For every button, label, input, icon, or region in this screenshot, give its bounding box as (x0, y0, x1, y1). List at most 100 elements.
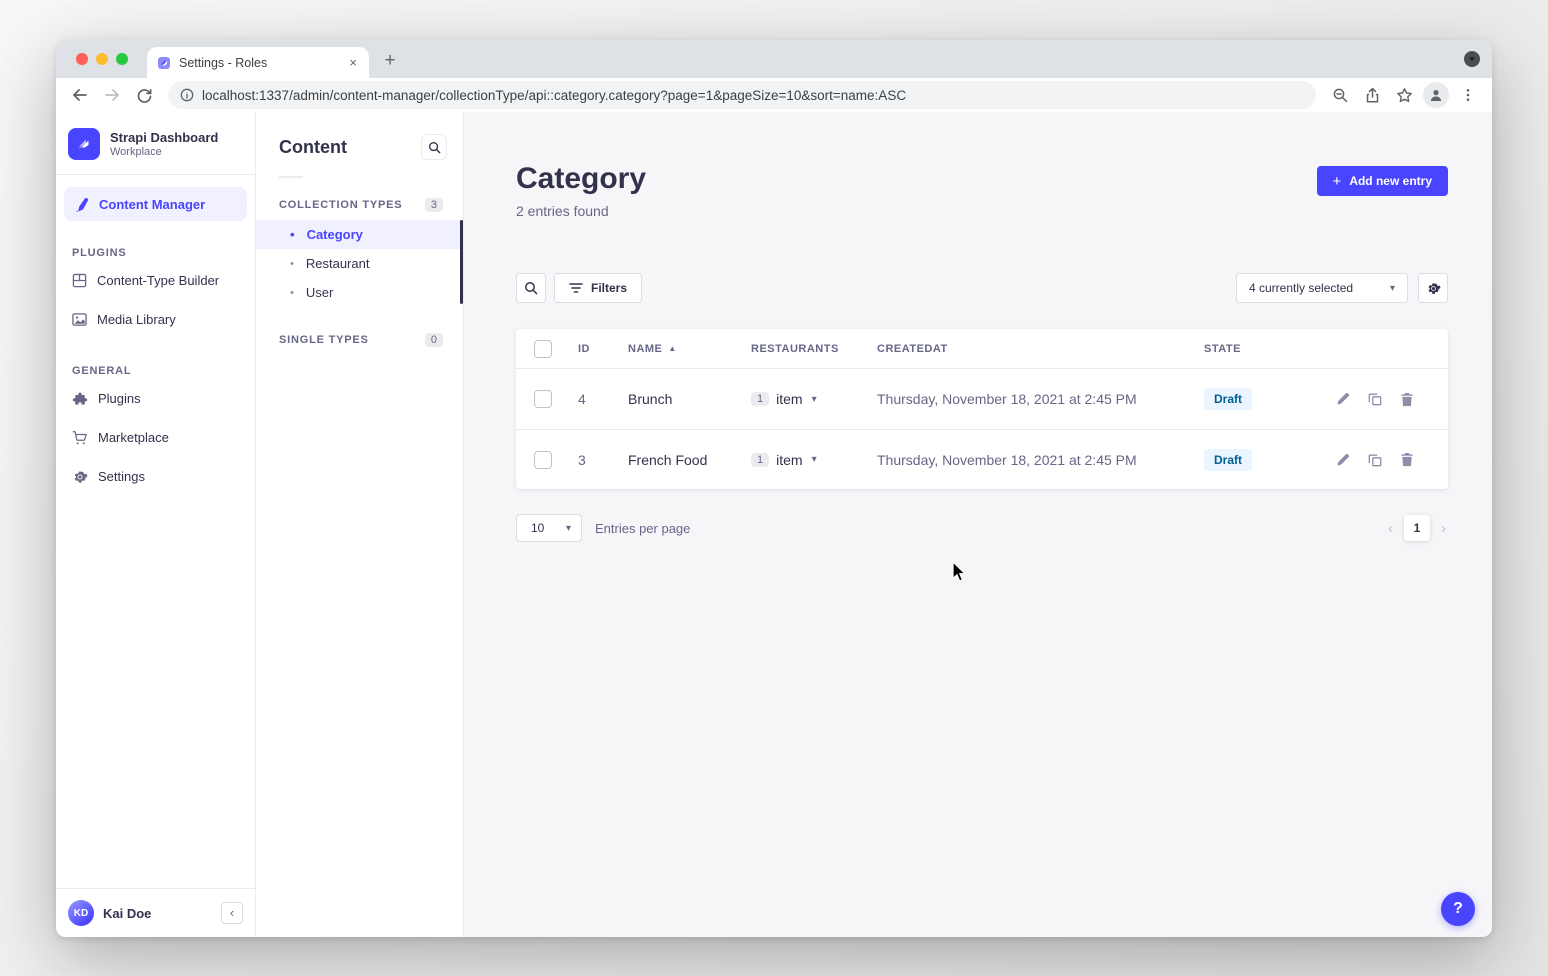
media-image-icon (72, 312, 87, 327)
collection-types-count-badge: 3 (425, 198, 443, 212)
back-arrow-icon (71, 86, 89, 104)
close-window-button[interactable] (76, 53, 88, 65)
content-search-button[interactable] (421, 134, 447, 160)
cell-id: 3 (562, 452, 612, 468)
back-button[interactable] (66, 81, 94, 109)
filters-button[interactable]: Filters (554, 273, 642, 303)
share-button[interactable] (1358, 81, 1386, 109)
edit-button[interactable] (1336, 392, 1350, 407)
content-nav-item-restaurant[interactable]: • Restaurant (256, 249, 463, 278)
collapse-sidebar-button[interactable]: ‹ (221, 902, 243, 924)
browser-tab-strip: Settings - Roles × + (56, 40, 1492, 78)
general-section-label: GENERAL (56, 339, 255, 379)
relation-label: item (776, 452, 802, 468)
column-header-id[interactable]: ID (562, 343, 612, 355)
traffic-lights (76, 53, 128, 65)
column-header-restaurants[interactable]: RESTAURANTS (735, 343, 861, 355)
tab-close-icon[interactable]: × (347, 54, 359, 71)
add-new-entry-button[interactable]: + Add new entry (1317, 166, 1448, 196)
table-settings-button[interactable] (1418, 273, 1448, 303)
edit-button[interactable] (1336, 452, 1350, 467)
user-name: Kai Doe (103, 906, 151, 921)
magnifier-minus-icon (1332, 87, 1349, 104)
content-nav-item-label: User (306, 285, 333, 300)
sidebar-item-settings[interactable]: Settings (56, 457, 255, 496)
duplicate-button[interactable] (1368, 392, 1382, 407)
state-badge: Draft (1204, 388, 1252, 410)
bullet-icon: • (290, 258, 294, 270)
bookmark-button[interactable] (1390, 81, 1418, 109)
cell-createdat: Thursday, November 18, 2021 at 2:45 PM (861, 391, 1188, 407)
sidebar-item-media-library[interactable]: Media Library (56, 300, 255, 339)
strapi-logo (68, 128, 100, 160)
sort-asc-icon: ▲ (668, 344, 676, 353)
zoom-window-button[interactable] (116, 53, 128, 65)
minimize-window-button[interactable] (96, 53, 108, 65)
forward-arrow-icon (103, 86, 121, 104)
prev-page-button[interactable]: ‹ (1386, 520, 1395, 537)
filters-label: Filters (591, 281, 627, 295)
browser-tab[interactable]: Settings - Roles × (147, 47, 369, 78)
person-icon (1429, 88, 1443, 102)
reload-icon (136, 87, 153, 104)
sidebar-item-marketplace[interactable]: Marketplace (56, 418, 255, 457)
sidebar-item-content-manager[interactable]: Content Manager (64, 187, 247, 221)
table-row[interactable]: 4 Brunch 1 item ▾ Thursday, November 18,… (516, 369, 1448, 429)
delete-button[interactable] (1400, 452, 1414, 467)
profile-button[interactable] (1422, 81, 1450, 109)
trash-icon (1400, 452, 1414, 467)
layout-grid-icon (72, 273, 87, 288)
reload-button[interactable] (130, 81, 158, 109)
forward-button[interactable] (98, 81, 126, 109)
column-header-createdat[interactable]: CREATEDAT (861, 343, 1188, 355)
entries-table: ID NAME ▲ RESTAURANTS CREATEDAT STATE 4 … (516, 329, 1448, 489)
select-all-checkbox[interactable] (534, 340, 552, 358)
sidebar-item-label: Plugins (98, 391, 141, 406)
table-row[interactable]: 3 French Food 1 item ▾ Thursday, Novembe… (516, 429, 1448, 489)
cell-createdat: Thursday, November 18, 2021 at 2:45 PM (861, 452, 1188, 468)
shopping-cart-icon (72, 430, 88, 446)
content-nav-item-user[interactable]: • User (256, 278, 463, 307)
column-header-state[interactable]: STATE (1188, 343, 1318, 355)
sidebar-item-label: Content Manager (99, 197, 205, 212)
feather-pen-icon (74, 197, 89, 212)
trash-icon (1400, 392, 1414, 407)
info-icon (180, 88, 194, 102)
plugins-section-label: PLUGINS (56, 221, 255, 261)
column-header-name[interactable]: NAME ▲ (612, 343, 735, 355)
sidebar-item-content-type-builder[interactable]: Content-Type Builder (56, 261, 255, 300)
scrollbar-thumb[interactable] (460, 220, 463, 304)
single-types-count-badge: 0 (425, 333, 443, 347)
tab-search-button[interactable] (1464, 51, 1480, 67)
row-checkbox[interactable] (534, 451, 552, 469)
filter-icon (569, 282, 583, 294)
delete-button[interactable] (1400, 392, 1414, 407)
columns-selected-dropdown[interactable]: 4 currently selected ▾ (1236, 273, 1408, 303)
sidebar-item-plugins[interactable]: Plugins (56, 379, 255, 418)
zoom-out-button[interactable] (1326, 81, 1354, 109)
table-search-button[interactable] (516, 273, 546, 303)
cell-restaurants[interactable]: 1 item ▾ (735, 452, 861, 468)
current-page-button[interactable]: 1 (1404, 515, 1430, 541)
duplicate-button[interactable] (1368, 452, 1382, 467)
content-nav: Content COLLECTION TYPES 3 • Category • … (256, 112, 464, 937)
caret-down-icon: ▾ (1390, 283, 1395, 294)
new-tab-button[interactable]: + (377, 48, 403, 74)
page-size-select[interactable]: 10 ▾ (516, 514, 582, 542)
search-icon (524, 281, 538, 295)
row-checkbox[interactable] (534, 390, 552, 408)
caret-down-icon: ▾ (566, 523, 571, 534)
cell-restaurants[interactable]: 1 item ▾ (735, 391, 861, 407)
user-avatar: KD (68, 900, 94, 926)
chevron-down-icon (1468, 55, 1476, 63)
workspace-name: Workplace (110, 146, 218, 158)
main-content: Category 2 entries found + Add new entry (464, 112, 1492, 937)
browser-menu-button[interactable] (1454, 81, 1482, 109)
url-bar[interactable]: localhost:1337/admin/content-manager/col… (168, 81, 1316, 109)
page-title: Category (516, 162, 646, 195)
workspace-header[interactable]: Strapi Dashboard Workplace (56, 112, 255, 175)
help-button[interactable]: ? (1441, 892, 1475, 926)
next-page-button[interactable]: › (1439, 520, 1448, 537)
content-nav-item-category[interactable]: • Category (256, 220, 463, 249)
duplicate-icon (1368, 453, 1382, 467)
